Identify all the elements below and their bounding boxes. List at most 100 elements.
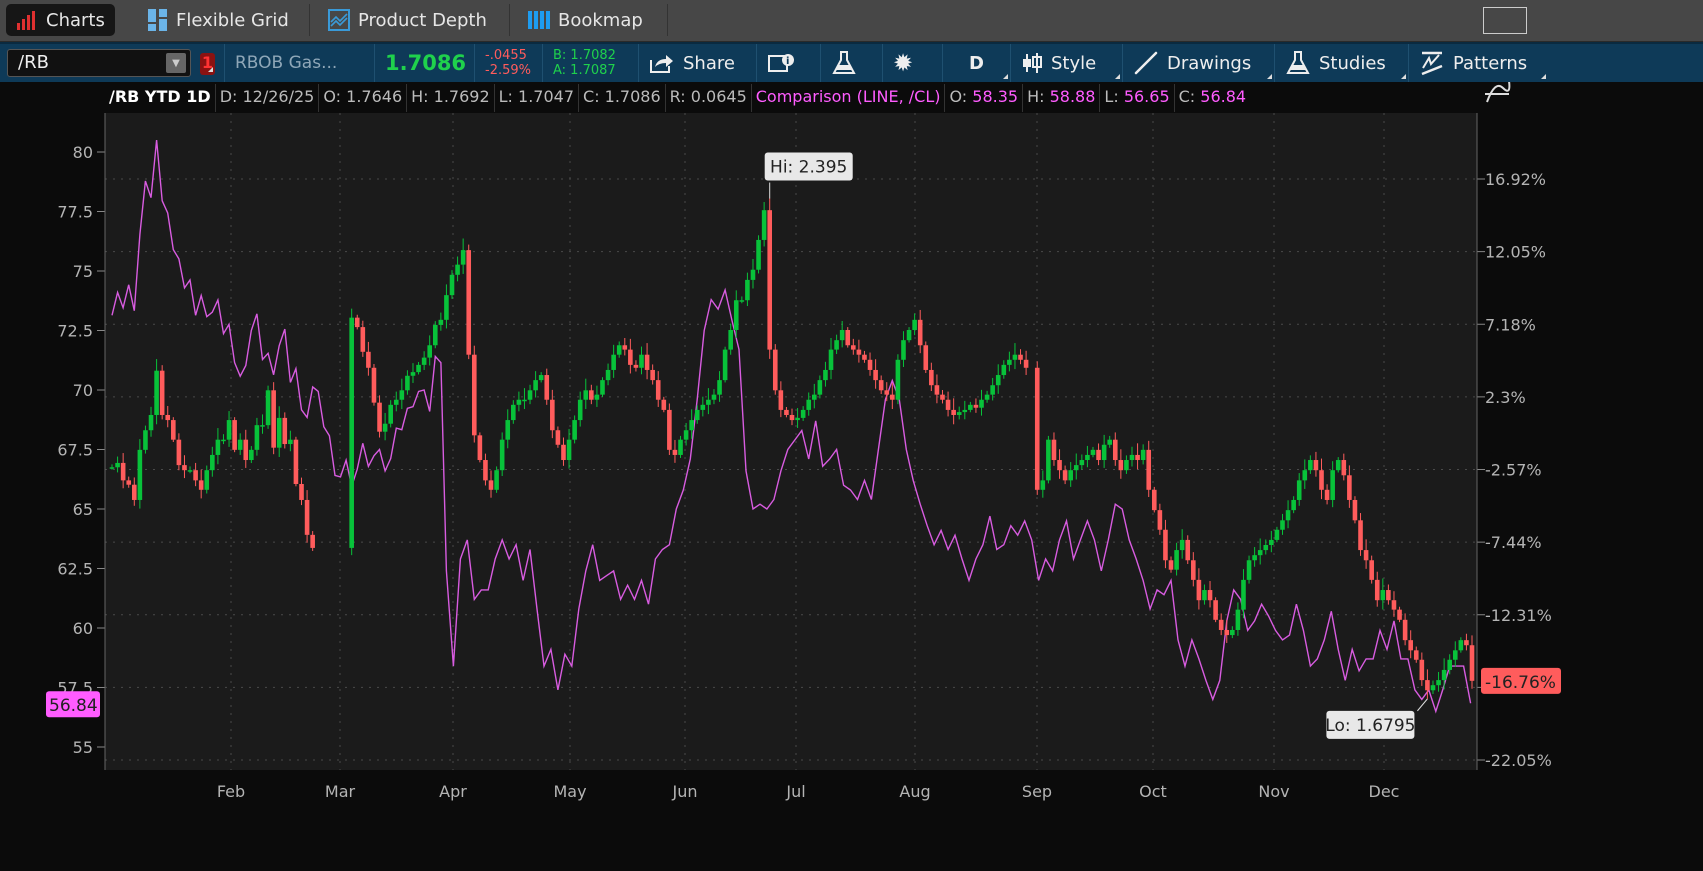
candle-body	[767, 210, 773, 350]
candle-body	[1335, 460, 1341, 471]
candle-body	[856, 349, 862, 355]
left-axis-tick-label: 55	[73, 738, 93, 757]
drawings-button[interactable]: Drawings	[1122, 44, 1274, 82]
candle-body	[979, 399, 984, 408]
plot-area	[105, 113, 1477, 770]
candle-body	[800, 409, 806, 418]
period-selector[interactable]: D	[942, 44, 1010, 82]
candle-body	[187, 470, 193, 472]
candle-body	[1073, 465, 1079, 471]
candle-body	[1369, 560, 1374, 580]
candle-body	[661, 399, 667, 410]
candle-body	[505, 420, 511, 440]
candle-body	[962, 409, 968, 413]
current-comparison-text: 56.84	[49, 696, 98, 716]
candle-body	[210, 454, 215, 471]
curve-icon	[1485, 82, 1511, 103]
candle-body	[839, 330, 845, 341]
candle-body	[622, 345, 628, 350]
month-label: May	[553, 782, 586, 801]
candle-body	[968, 404, 973, 410]
candle-body	[1046, 439, 1051, 481]
patterns-button[interactable]: Patterns	[1408, 44, 1548, 82]
candle-body	[1469, 645, 1475, 681]
candle-body	[304, 499, 310, 535]
candle-body	[159, 370, 165, 415]
candle-body	[706, 399, 711, 405]
candle-body	[176, 439, 182, 466]
month-label: Nov	[1258, 782, 1289, 801]
line-drawing-icon	[1134, 51, 1158, 75]
gear-icon: ✹	[893, 49, 914, 77]
candle-body	[577, 399, 583, 421]
candle-body	[678, 439, 683, 455]
window-layout-button[interactable]	[1483, 7, 1527, 34]
candle-body	[728, 330, 733, 350]
candle-body	[1012, 354, 1018, 360]
candle-body	[1257, 550, 1263, 556]
studies-button[interactable]: Studies	[1274, 44, 1408, 82]
candle-body	[243, 439, 249, 461]
candle-body	[923, 345, 929, 370]
candle-body	[1291, 499, 1296, 511]
candle-body	[165, 414, 171, 421]
bar-chart-icon	[17, 11, 35, 30]
candle-body	[288, 439, 293, 445]
candle-body	[717, 380, 722, 395]
candle-body	[851, 345, 856, 350]
candle-body	[745, 279, 750, 301]
candle-body	[1057, 460, 1062, 471]
tab-bookmap[interactable]: Bookmap	[518, 4, 668, 36]
tab-charts[interactable]: Charts	[6, 4, 115, 36]
link-group-badge[interactable]: 1	[200, 53, 215, 75]
flask-icon	[1286, 51, 1310, 74]
candle-body	[131, 484, 137, 500]
tab-product-depth[interactable]: Product Depth	[318, 4, 510, 36]
candle-body	[1285, 510, 1291, 521]
tab-flexible-grid[interactable]: Flexible Grid	[138, 4, 310, 36]
candle-body	[1018, 354, 1023, 360]
candle-body	[393, 399, 399, 405]
share-label: Share	[683, 52, 735, 74]
price-chart[interactable]: 16.92% 12.05% 7.18% 2.3% -2.57% -7.44% -12.31%…	[0, 82, 1703, 802]
candle-body	[299, 483, 304, 500]
candle-body	[733, 300, 739, 331]
settings-button[interactable]: ✹	[882, 44, 942, 82]
candle-body	[784, 409, 789, 415]
candle-body	[271, 390, 276, 448]
candle-body	[639, 354, 644, 368]
share-button[interactable]: Share	[638, 44, 756, 82]
share-icon	[650, 55, 673, 73]
candle-body	[1363, 550, 1369, 561]
month-label: Apr	[439, 782, 467, 801]
style-button[interactable]: Style	[1010, 44, 1122, 82]
candle-body	[499, 439, 505, 471]
candle-body	[276, 417, 282, 448]
candle-body	[109, 467, 115, 469]
candle-body	[1140, 449, 1146, 461]
chart-style-toggle[interactable]	[1485, 82, 1511, 103]
candle-body	[1391, 600, 1397, 610]
chevron-down-icon[interactable]: ▼	[166, 53, 186, 73]
candle-body	[750, 269, 756, 280]
lab-button[interactable]	[820, 44, 882, 82]
candle-body	[354, 317, 360, 328]
candle-body	[399, 390, 405, 400]
candle-body	[772, 349, 778, 391]
candle-body	[1374, 579, 1380, 601]
candle-body	[862, 354, 867, 360]
symbol-input[interactable]: /RB ▼	[7, 49, 191, 77]
month-label: Oct	[1139, 782, 1167, 801]
candle-body	[990, 385, 995, 395]
chart-toolbar: /RB ▼ 1 RBOB Gas... 1.7086 -.0455 -2.59% …	[0, 42, 1703, 82]
candle-body	[143, 430, 148, 450]
info-button[interactable]: i	[756, 44, 820, 82]
candle-body	[1051, 439, 1057, 461]
candle-body	[449, 274, 455, 296]
candle-body	[477, 435, 483, 461]
candle-body	[1213, 600, 1218, 620]
candle-body	[438, 319, 444, 325]
candle-body	[600, 380, 605, 395]
candle-body	[1218, 619, 1224, 630]
candle-body	[1458, 640, 1464, 651]
